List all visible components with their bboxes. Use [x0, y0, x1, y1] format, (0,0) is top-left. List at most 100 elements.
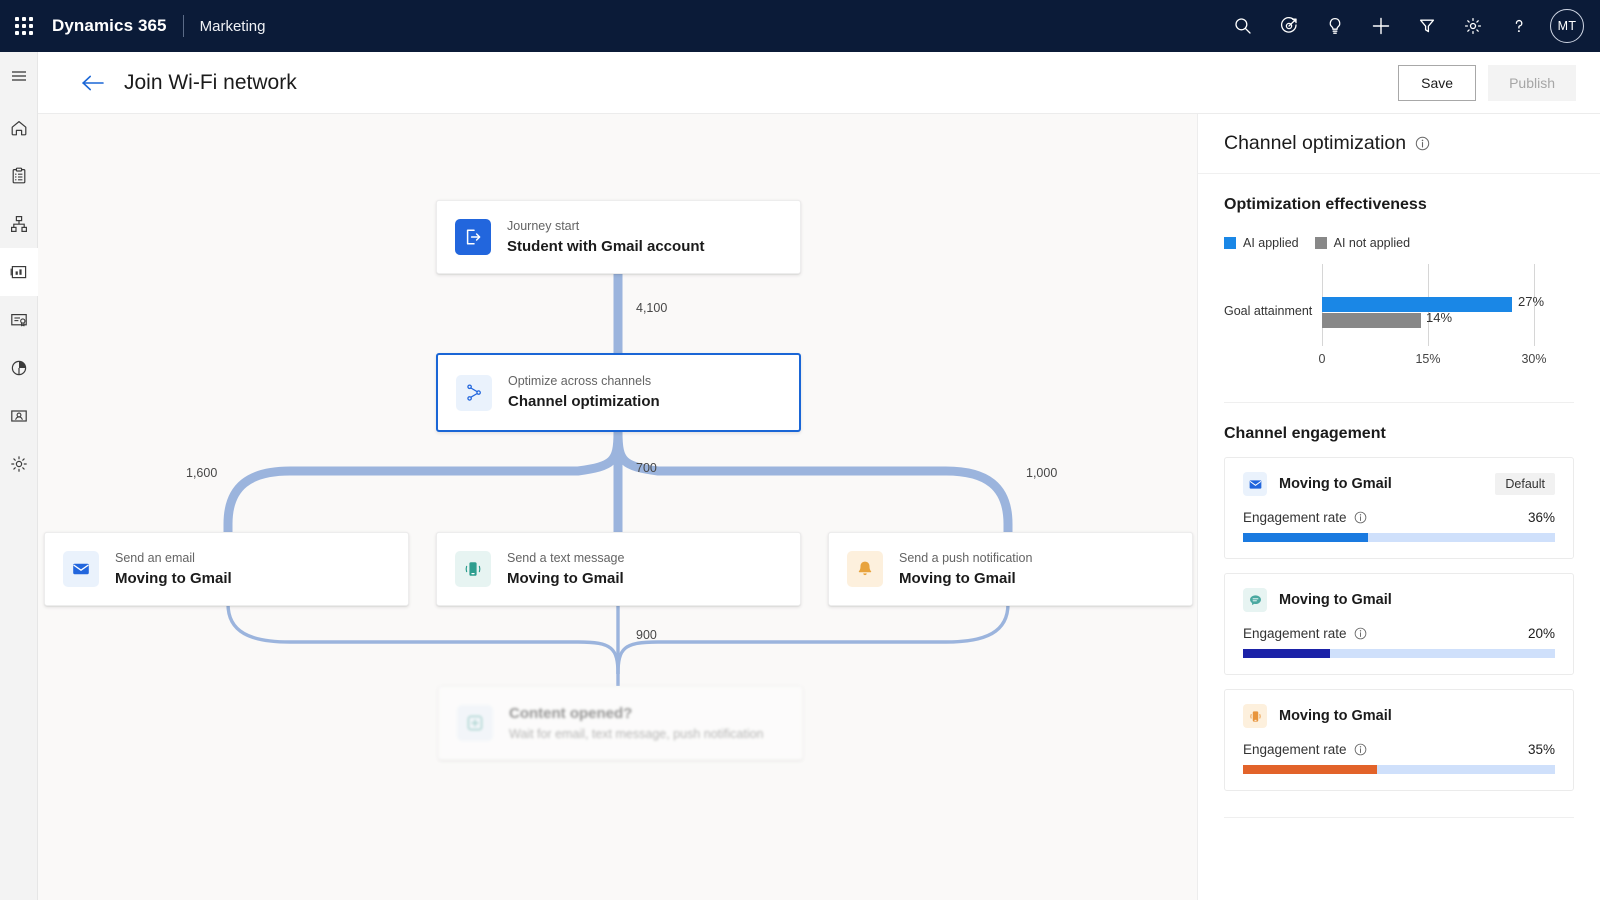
sidebar-item-home[interactable] — [0, 104, 38, 152]
engagement-card-text-message[interactable]: Moving to Gmail Engagement rate 20% — [1224, 573, 1574, 675]
chart-bar-ai-applied — [1322, 297, 1512, 312]
journey-node-content-opened-text: Content opened? Wait for email, text mes… — [509, 703, 764, 744]
engagement-card-push-notification[interactable]: Moving to Gmail Engagement rate 35% — [1224, 689, 1574, 791]
node-title: Content opened? — [509, 703, 764, 725]
info-icon — [1354, 511, 1367, 524]
push-notification-icon — [854, 558, 876, 580]
edge-label-optimization-to-email: 1,600 — [186, 466, 217, 480]
engagement-rate-label: Engagement rate — [1243, 626, 1347, 641]
journey-node-start-text: Journey start Student with Gmail account — [507, 217, 705, 258]
engagement-rate-row: Engagement rate 36% — [1243, 510, 1555, 525]
engagement-rate-value: 35% — [1528, 742, 1555, 757]
journey-canvas[interactable]: 4,100 1,600 700 1,000 900 Journey start … — [38, 114, 1197, 900]
journey-node-email[interactable]: Send an email Moving to Gmail — [44, 532, 409, 606]
sidebar-item-tasks[interactable] — [0, 152, 38, 200]
node-title: Student with Gmail account — [507, 236, 705, 258]
left-nav-rail — [0, 52, 38, 900]
engagement-rate-info-button[interactable] — [1354, 511, 1367, 524]
insights-chart-icon — [9, 262, 29, 282]
node-title: Moving to Gmail — [507, 568, 624, 590]
chart-legend: AI applied AI not applied — [1224, 236, 1574, 250]
engagement-rate-value: 36% — [1528, 510, 1555, 525]
channel-engagement-title: Channel engagement — [1224, 425, 1574, 443]
engagement-card-email[interactable]: Moving to Gmail Default Engagement rate … — [1224, 457, 1574, 559]
chart-bar-value-ai-not-applied: 14% — [1426, 310, 1452, 325]
journey-node-content-opened[interactable]: Content opened? Wait for email, text mes… — [438, 686, 803, 760]
edge-label-start-to-optimization: 4,100 — [636, 301, 667, 315]
journey-start-icon — [462, 226, 484, 248]
sidebar-item-analytics[interactable] — [0, 344, 38, 392]
help-button[interactable] — [1496, 2, 1542, 50]
engagement-rate-track — [1243, 649, 1555, 658]
chart-plot-area: 27% 14% 0 15% 30% — [1322, 264, 1574, 376]
sidebar-item-settings[interactable] — [0, 440, 38, 488]
sidebar-item-journeys[interactable] — [0, 200, 38, 248]
journey-node-text-message[interactable]: Send a text message Moving to Gmail — [436, 532, 801, 606]
channel-optimization-icon-wrap — [456, 375, 492, 411]
gear-icon — [1463, 16, 1483, 36]
text-message-icon — [462, 558, 484, 580]
insights-button[interactable] — [1312, 2, 1358, 50]
engagement-rate-fill — [1243, 765, 1377, 774]
engagement-rate-track — [1243, 765, 1555, 774]
email-icon — [1248, 477, 1263, 492]
sidebar-item-audiences[interactable] — [0, 392, 38, 440]
engagement-rate-row: Engagement rate 35% — [1243, 742, 1555, 757]
attribute-branch-icon-wrap — [457, 705, 493, 741]
engagement-rate-fill — [1243, 649, 1330, 658]
brand-label: Dynamics 365 — [48, 16, 167, 36]
engagement-card-name: Moving to Gmail — [1279, 476, 1392, 492]
back-arrow-icon — [80, 73, 106, 93]
pie-chart-icon — [9, 358, 29, 378]
journey-node-text-message-text: Send a text message Moving to Gmail — [507, 549, 624, 590]
chart-xtick-15: 15% — [1415, 352, 1440, 366]
engagement-rate-info-button[interactable] — [1354, 743, 1367, 756]
default-badge: Default — [1495, 473, 1555, 495]
chart-bar-value-ai-applied: 27% — [1518, 294, 1544, 309]
avatar[interactable]: MT — [1550, 9, 1584, 43]
filter-button[interactable] — [1404, 2, 1450, 50]
nav-toggle-button[interactable] — [0, 52, 38, 100]
engagement-rate-info-button[interactable] — [1354, 627, 1367, 640]
panel-header: Channel optimization — [1198, 114, 1600, 174]
edge-label-merge-to-wait: 900 — [636, 628, 657, 642]
engagement-rate-track — [1243, 533, 1555, 542]
sidebar-item-certificates[interactable] — [0, 296, 38, 344]
node-subtitle: Send a push notification — [899, 549, 1032, 568]
settings-button[interactable] — [1450, 2, 1496, 50]
new-record-button[interactable] — [1358, 2, 1404, 50]
engagement-card-header: Moving to Gmail — [1243, 704, 1555, 728]
brand-divider — [183, 15, 184, 37]
goal-target-button[interactable] — [1266, 2, 1312, 50]
search-button[interactable] — [1220, 2, 1266, 50]
panel-info-button[interactable] — [1415, 136, 1430, 151]
command-bar-actions: Save Publish — [1398, 65, 1576, 101]
node-subtitle: Send a text message — [507, 549, 624, 568]
app-launcher-button[interactable] — [0, 17, 48, 35]
sidebar-item-insights[interactable] — [0, 248, 38, 296]
node-title: Moving to Gmail — [115, 568, 232, 590]
engagement-rate-label: Engagement rate — [1243, 742, 1347, 757]
info-icon — [1354, 743, 1367, 756]
email-icon-wrap — [63, 551, 99, 587]
journey-node-channel-optimization[interactable]: Optimize across channels Channel optimiz… — [436, 353, 801, 432]
journey-start-icon-wrap — [455, 219, 491, 255]
email-icon — [70, 558, 92, 580]
app-launcher-icon — [15, 17, 33, 35]
lightbulb-icon — [1325, 16, 1345, 36]
save-button[interactable]: Save — [1398, 65, 1476, 101]
back-button[interactable] — [78, 68, 108, 98]
app-name-label: Marketing — [200, 18, 266, 35]
suite-bar: Dynamics 365 Marketing — [0, 0, 1600, 52]
panel-divider — [1224, 402, 1574, 403]
chart-bar-ai-not-applied — [1322, 313, 1421, 328]
legend-swatch-ai-not-applied — [1315, 237, 1327, 249]
journey-node-start[interactable]: Journey start Student with Gmail account — [436, 200, 801, 274]
suite-bar-actions: MT — [1220, 2, 1600, 50]
legend-label-ai-not-applied: AI not applied — [1334, 236, 1410, 250]
plus-icon — [1370, 15, 1392, 37]
node-title: Channel optimization — [508, 391, 660, 413]
journey-node-push-notification[interactable]: Send a push notification Moving to Gmail — [828, 532, 1193, 606]
journey-graph: 4,100 1,600 700 1,000 900 Journey start … — [38, 114, 1197, 900]
certificate-icon — [9, 310, 29, 330]
